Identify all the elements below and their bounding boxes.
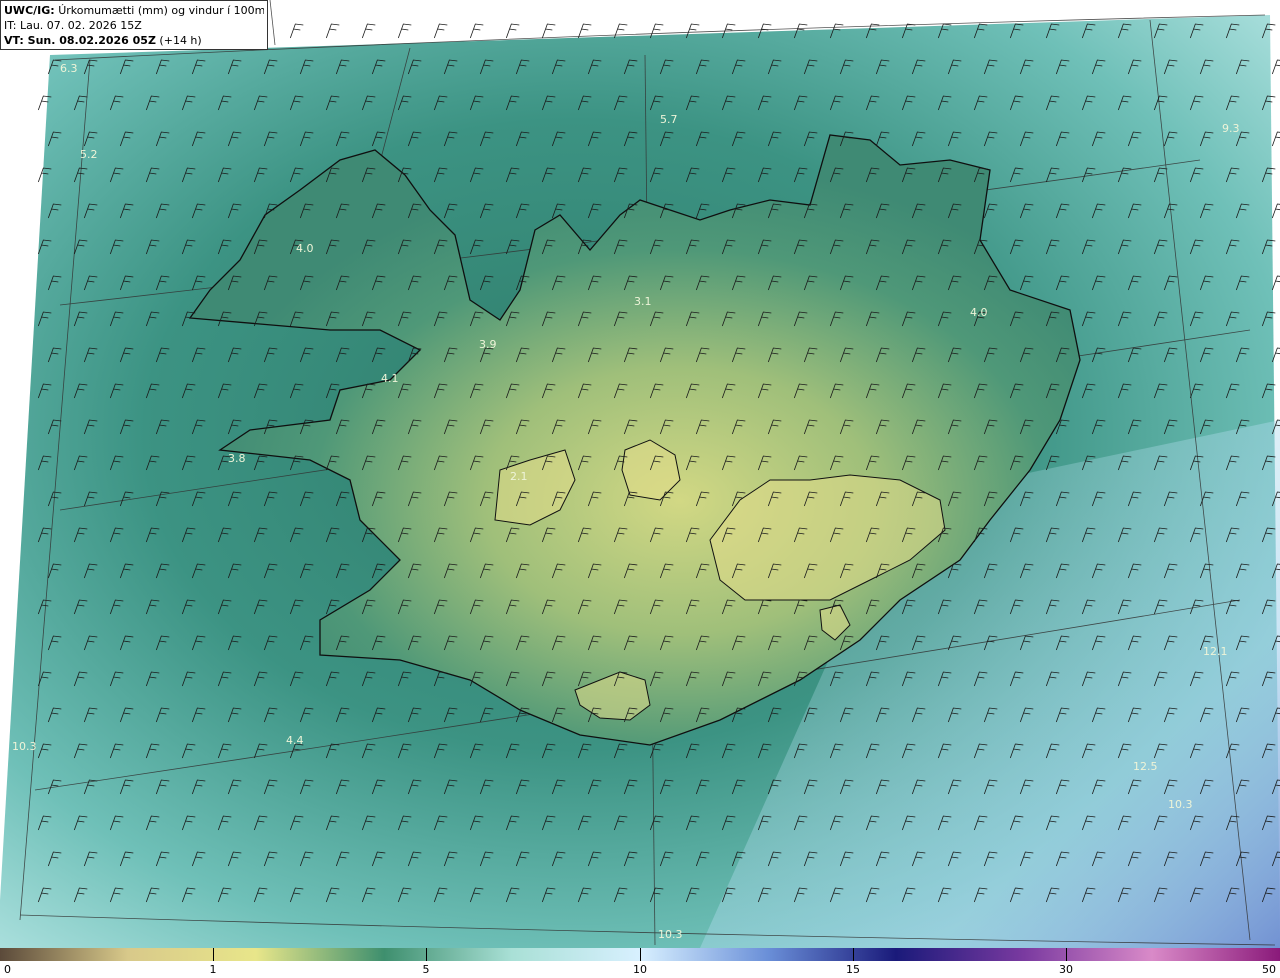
legend-tick-label: 10	[633, 963, 647, 976]
wind-barb	[1271, 59, 1280, 75]
value-label: 4.4	[286, 734, 304, 747]
legend-tick	[640, 948, 641, 961]
model-name: UWC/IG:	[4, 4, 55, 17]
parameter-title: Úrkomumætti (mm) og vindur í 100m hæð	[58, 4, 264, 17]
legend-tick-label: 30	[1059, 963, 1073, 976]
wind-barb	[613, 23, 628, 39]
map-title-box: UWC/IG: Úrkomumætti (mm) og vindur í 100…	[0, 0, 268, 50]
wind-barb	[289, 23, 304, 39]
value-label: 6.3	[60, 62, 78, 75]
value-label: 5.2	[80, 148, 98, 161]
wind-barb	[541, 23, 556, 39]
wind-barb	[1271, 203, 1280, 219]
legend-tick-label: 5	[422, 963, 430, 976]
wind-barb	[433, 23, 448, 39]
legend-tick-label: 50	[1262, 963, 1276, 976]
value-label: 9.3	[1222, 122, 1240, 135]
value-label: 2.1	[510, 470, 528, 483]
value-label: 5.7	[660, 113, 678, 126]
value-label: 4.0	[296, 242, 314, 255]
forecast-lead: (+14 h)	[155, 34, 202, 47]
map-viewer: 6.3 5.2 5.7 4.0 3.1 4.0 3.9 4.1 3.8 2.1 …	[0, 0, 1280, 978]
wind-barb	[505, 23, 520, 39]
valid-time-date: VT: Sun. 08.02.2026 05Z	[4, 34, 156, 47]
value-label: 12.5	[1133, 760, 1158, 773]
legend-tick-label: 1	[209, 963, 217, 976]
wind-barb	[469, 23, 484, 39]
wind-barb	[325, 23, 340, 39]
legend-tick	[853, 948, 854, 961]
legend-tick	[213, 948, 214, 961]
legend-tick	[426, 948, 427, 961]
valid-time: VT: Sun. 08.02.2026 05Z (+14 h)	[4, 33, 264, 48]
value-label: 4.1	[381, 372, 399, 385]
legend-tick-label: 0	[4, 963, 11, 976]
value-label: 10.3	[658, 928, 683, 941]
map-title: UWC/IG: Úrkomumætti (mm) og vindur í 100…	[4, 3, 264, 18]
color-legend: 0 1 5 10 15 30 50	[0, 948, 1280, 978]
wind-barb	[1271, 131, 1280, 147]
value-label: 3.1	[634, 295, 652, 308]
value-label: 3.8	[228, 452, 246, 465]
value-label: 10.3	[1168, 798, 1193, 811]
wind-barb	[361, 23, 376, 39]
legend-tick	[1066, 948, 1067, 961]
precipitation-wind-map: 6.3 5.2 5.7 4.0 3.1 4.0 3.9 4.1 3.8 2.1 …	[0, 0, 1280, 948]
value-label: 10.3	[12, 740, 37, 753]
wind-barb	[1271, 275, 1280, 291]
wind-barb	[397, 23, 412, 39]
value-label: 3.9	[479, 338, 497, 351]
value-label: 12.1	[1203, 645, 1228, 658]
value-label: 4.0	[970, 306, 988, 319]
legend-tick-label: 15	[846, 963, 860, 976]
issue-time: IT: Lau. 07. 02. 2026 15Z	[4, 19, 142, 32]
